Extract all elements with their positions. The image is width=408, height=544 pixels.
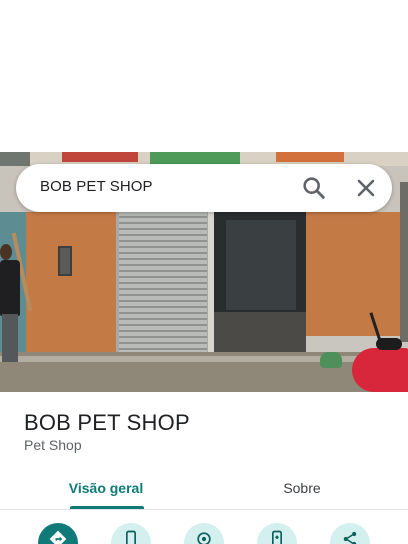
- location-pin-icon: [197, 532, 211, 544]
- photo-wall-left: [26, 212, 116, 354]
- photo-person-head: [0, 244, 12, 260]
- place-tabs: Visão geral Sobre: [0, 466, 408, 510]
- photo-sign-orange: [276, 152, 344, 162]
- photo-green-bag: [320, 352, 342, 368]
- photo-shutter: [116, 212, 210, 354]
- photo-meter-box: [58, 246, 72, 276]
- blank-top-area: [0, 0, 408, 152]
- call-button[interactable]: [111, 523, 151, 544]
- close-icon[interactable]: [352, 174, 380, 202]
- photo-interior-floor: [214, 312, 306, 356]
- send-to-device-icon: [272, 530, 282, 544]
- send-to-device-button[interactable]: [257, 523, 297, 544]
- photo-motorcycle: [352, 348, 408, 392]
- tab-overview[interactable]: Visão geral: [34, 466, 178, 510]
- share-button[interactable]: [330, 523, 370, 544]
- place-name: BOB PET SHOP: [24, 410, 190, 435]
- phone-icon: [126, 530, 136, 544]
- tab-about[interactable]: Sobre: [230, 466, 374, 510]
- photo-doorway-inner: [226, 220, 296, 310]
- tab-selected-indicator: [70, 506, 144, 509]
- directions-icon: [49, 530, 67, 544]
- search-icon[interactable]: [300, 174, 328, 202]
- photo-curb: [0, 356, 408, 362]
- search-bar[interactable]: BOB PET SHOP: [16, 164, 392, 212]
- location-button[interactable]: [184, 523, 224, 544]
- directions-button[interactable]: [38, 523, 78, 544]
- photo-moto-seat: [376, 338, 402, 350]
- photo-person-legs: [2, 314, 18, 362]
- photo-wall-right: [306, 212, 404, 340]
- place-category[interactable]: Pet Shop: [24, 437, 82, 453]
- photo-wall-far-right: [400, 182, 408, 342]
- photo-sign-green: [150, 152, 240, 164]
- photo-sign-red: [62, 152, 138, 162]
- search-query-text[interactable]: BOB PET SHOP: [40, 178, 153, 195]
- share-icon: [343, 531, 357, 544]
- photo-person-body: [0, 260, 20, 316]
